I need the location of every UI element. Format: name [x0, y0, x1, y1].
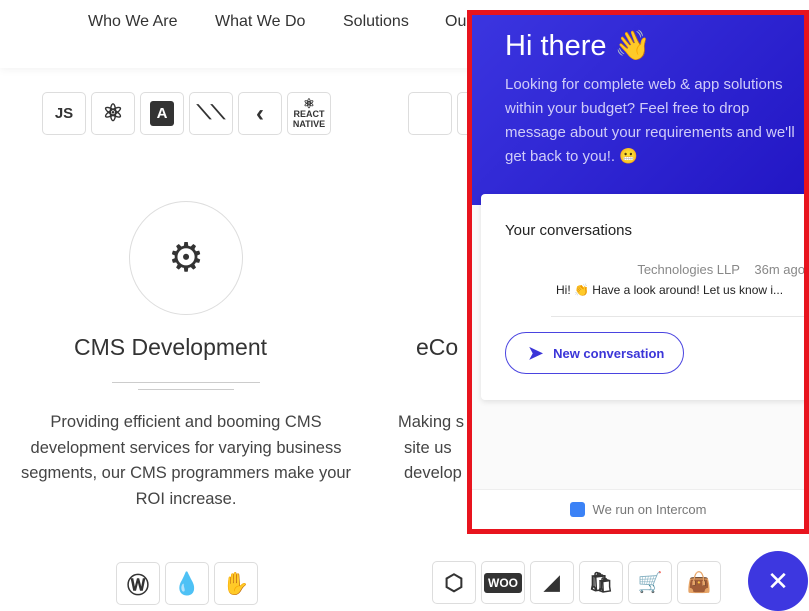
- timestamp: 36m ago: [754, 262, 805, 277]
- nodejs-icon: JS: [42, 92, 86, 135]
- opencart-icon: 🛒: [628, 561, 672, 604]
- gears-icon: ⚙: [129, 201, 243, 315]
- flutter-icon: ‹: [238, 92, 282, 135]
- prestashop-icon: 👜: [677, 561, 721, 604]
- footer-text: We run on Intercom: [592, 502, 707, 517]
- conversation-meta: Technologies LLP 36m ago: [637, 262, 805, 277]
- angular-icon: A: [140, 92, 184, 135]
- sender-name: Technologies LLP: [637, 262, 740, 277]
- divider: [138, 389, 234, 390]
- nav-who-we-are[interactable]: Who We Are: [88, 13, 178, 31]
- shopify-icon: 🛍: [579, 561, 623, 604]
- woocommerce-icon: WOO: [481, 561, 525, 604]
- send-icon: ➤: [528, 342, 544, 363]
- cms-description: Providing efficient and booming CMS deve…: [20, 413, 352, 508]
- divider: [112, 382, 260, 383]
- nav-other[interactable]: Ou: [445, 13, 466, 31]
- react-icon: ⚛: [91, 92, 135, 135]
- nav-solutions[interactable]: Solutions: [343, 13, 409, 31]
- drupal-icon: 💧: [165, 562, 209, 605]
- bigcommerce-icon: ◢: [530, 561, 574, 604]
- joomla-icon: ✋: [214, 562, 258, 605]
- react-native-label: REACT NATIVE: [292, 108, 326, 129]
- conversations-title: Your conversations: [505, 222, 633, 239]
- intercom-logo-icon: [569, 502, 585, 517]
- ecommerce-title: eCo: [416, 334, 459, 360]
- messenger-header: Hi there 👋 Looking for complete web & ap…: [472, 15, 804, 205]
- close-messenger-button[interactable]: ✕: [748, 551, 808, 611]
- wordpress-icon: Ⓦ: [116, 562, 160, 605]
- meteor-icon: ⟍⟍: [189, 92, 233, 135]
- intercom-footer[interactable]: We run on Intercom: [472, 489, 804, 529]
- intercom-messenger: Hi there 👋 Looking for complete web & ap…: [467, 10, 809, 534]
- message-preview: Hi! 👏 Have a look around! Let us know i.…: [556, 283, 784, 297]
- ecom-line: Making s: [398, 413, 465, 431]
- cms-title: CMS Development: [74, 334, 268, 360]
- ecom-line: site us: [404, 438, 452, 457]
- apple-icon: [408, 92, 452, 135]
- nav-what-we-do[interactable]: What We Do: [215, 13, 305, 31]
- woo-label: WOO: [484, 572, 522, 593]
- new-conversation-label: New conversation: [553, 345, 665, 361]
- react-native-icon: ⚛ REACT NATIVE: [287, 92, 331, 135]
- greeting: Hi there 👋: [505, 30, 651, 62]
- new-conversation-button[interactable]: ➤ New conversation: [505, 332, 684, 374]
- ecommerce-description: Making s site us develop: [398, 410, 464, 487]
- magento-icon: ⬡: [432, 561, 476, 604]
- conversations-card: Your conversations Technologies LLP 36m …: [481, 194, 805, 400]
- close-icon: ✕: [767, 565, 789, 596]
- ecom-line: develop: [404, 464, 462, 482]
- intro-text: Looking for complete web & app solutions…: [505, 76, 795, 165]
- divider: [551, 316, 804, 317]
